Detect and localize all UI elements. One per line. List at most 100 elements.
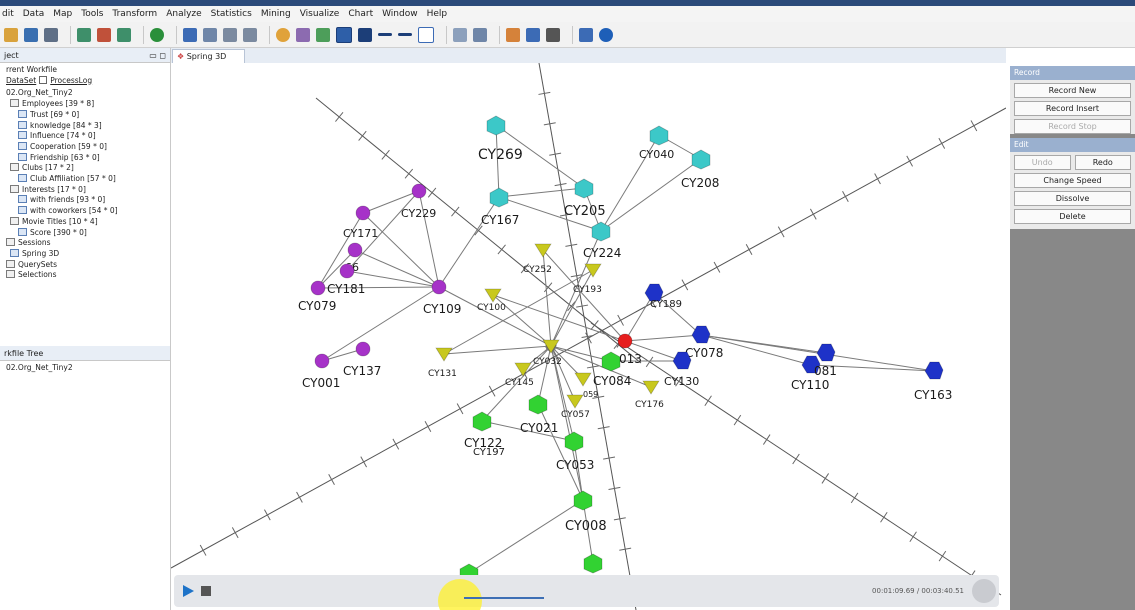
save-icon[interactable] (24, 27, 38, 42)
graph-node[interactable] (489, 187, 509, 208)
delete-button[interactable]: Delete (1014, 209, 1131, 224)
network-graph[interactable]: CY269 CY040 CY208 CY167 CY205 CY224 CY229 CY171… (171, 63, 1006, 610)
play-button[interactable] (183, 585, 194, 597)
record-stop-button[interactable]: Record Stop (1014, 119, 1131, 134)
filter-icon[interactable] (453, 27, 467, 42)
undo-button[interactable]: Undo (1014, 155, 1071, 170)
tree-item[interactable]: Trust [69 * 0] (6, 109, 170, 121)
tree-item[interactable]: Sessions (6, 238, 170, 249)
window-icon[interactable] (579, 27, 593, 42)
list-icon[interactable] (358, 27, 372, 42)
dissolve-button[interactable]: Dissolve (1014, 191, 1131, 206)
tree-item[interactable]: with friends [93 * 0] (6, 195, 170, 206)
menu-item[interactable]: Help (427, 9, 448, 19)
graph-node[interactable] (584, 263, 602, 278)
graph-node[interactable] (314, 353, 330, 369)
expand-icon[interactable] (223, 27, 237, 42)
graph-node[interactable] (573, 490, 593, 511)
import-icon[interactable] (77, 27, 91, 42)
graph-node[interactable] (411, 183, 427, 199)
tree-item[interactable]: 02.Org_Net_Tiny2 (6, 363, 170, 374)
tree-item[interactable]: Employees [39 * 8] (6, 99, 170, 110)
tree-item[interactable]: Selections (6, 270, 170, 281)
menu-item[interactable]: Data (23, 9, 45, 19)
node-style-icon[interactable] (296, 27, 310, 42)
dataset-tab[interactable]: DataSet (6, 76, 36, 85)
tab-spring-3d[interactable]: ❖ Spring 3D (172, 49, 246, 63)
graph-node[interactable] (617, 333, 633, 349)
graph-node[interactable] (566, 394, 584, 409)
tree-item[interactable]: Friendship [63 * 0] (6, 152, 170, 164)
graph-node[interactable] (339, 263, 355, 279)
processlog-tab[interactable]: ProcessLog (50, 76, 92, 85)
help-icon[interactable] (599, 27, 613, 42)
graph-node[interactable] (355, 205, 371, 221)
graph-node[interactable] (355, 341, 371, 357)
edge-style-icon[interactable] (316, 27, 330, 42)
tree-item[interactable]: 02.Org_Net_Tiny2 (6, 88, 170, 99)
graph-node[interactable] (816, 343, 836, 362)
spring-3d-canvas[interactable]: CY269 CY040 CY208 CY167 CY205 CY224 CY229 CY171… (171, 63, 1006, 610)
graph-node[interactable] (435, 347, 453, 362)
record-new-button[interactable]: Record New (1014, 83, 1131, 98)
tree-item[interactable]: with coworkers [54 * 0] (6, 206, 170, 217)
processlog-checkbox[interactable] (39, 75, 48, 84)
tree-item[interactable]: QuerySets (6, 259, 170, 271)
cluster-icon[interactable] (506, 27, 520, 42)
menu-item[interactable]: Mining (261, 9, 291, 19)
arrow-next-icon[interactable] (398, 33, 412, 36)
collapse-icon[interactable] (243, 27, 257, 42)
tree-item[interactable]: Interests [17 * 0] (6, 184, 170, 196)
graph-node[interactable] (591, 221, 611, 242)
stop-button[interactable] (201, 586, 211, 596)
graph-node[interactable] (642, 380, 660, 395)
menu-item[interactable]: Tools (81, 9, 103, 19)
workfile-tree-tab[interactable]: rkfile Tree (0, 346, 170, 361)
tree-item[interactable]: Spring 3D (6, 248, 170, 260)
tree-item[interactable]: knowledge [84 * 3] (6, 120, 170, 132)
menu-item[interactable]: Chart (348, 9, 373, 19)
menu-item[interactable]: Transform (112, 9, 157, 19)
graph-node[interactable] (528, 394, 548, 415)
grid-icon[interactable] (203, 27, 217, 42)
frame-icon[interactable] (418, 26, 434, 43)
menu-item[interactable]: Map (53, 9, 72, 19)
graph-node[interactable] (691, 325, 711, 344)
graph-node[interactable] (691, 149, 711, 170)
tree-item[interactable]: Influence [74 * 0] (6, 131, 170, 142)
graph-node[interactable] (564, 431, 584, 452)
open-icon[interactable] (4, 27, 18, 42)
layout-icon[interactable] (183, 27, 197, 42)
graph-node[interactable] (431, 279, 447, 295)
run-icon[interactable] (150, 27, 164, 42)
camera-icon[interactable] (546, 27, 560, 42)
menu-item[interactable]: Analyze (166, 9, 201, 19)
menu-item[interactable]: Window (382, 9, 418, 19)
menu-item[interactable]: Statistics (211, 9, 252, 19)
progress-track[interactable] (464, 597, 544, 599)
graph-node[interactable] (514, 362, 532, 377)
graph-node[interactable] (672, 351, 692, 370)
tree-item[interactable]: Score [390 * 0] (6, 227, 170, 239)
graph-node[interactable] (347, 242, 363, 258)
graph-node[interactable] (601, 351, 621, 372)
graph-node[interactable] (534, 243, 552, 258)
menu-item[interactable]: Visualize (300, 9, 340, 19)
graph-node[interactable] (486, 115, 506, 136)
graph-node[interactable] (924, 361, 944, 380)
chart-icon[interactable] (526, 27, 540, 42)
minimize-icon[interactable]: ▭ ◻ (149, 51, 166, 60)
project-tab[interactable]: ject ▭ ◻ (0, 48, 170, 63)
export-icon[interactable] (97, 27, 111, 42)
tree-item[interactable]: Movie Titles [10 * 4] (6, 216, 170, 228)
menu-item[interactable]: dit (2, 9, 14, 19)
graph-node[interactable] (574, 372, 592, 387)
change-speed-button[interactable]: Change Speed (1014, 173, 1131, 188)
end-circle-icon[interactable] (972, 579, 996, 603)
select-icon[interactable] (473, 27, 487, 42)
graph-node[interactable] (310, 280, 326, 296)
palette-icon[interactable] (276, 27, 290, 42)
graph-node[interactable] (583, 553, 603, 574)
tree-item[interactable]: Cooperation [59 * 0] (6, 141, 170, 153)
redo-button[interactable]: Redo (1074, 155, 1131, 170)
